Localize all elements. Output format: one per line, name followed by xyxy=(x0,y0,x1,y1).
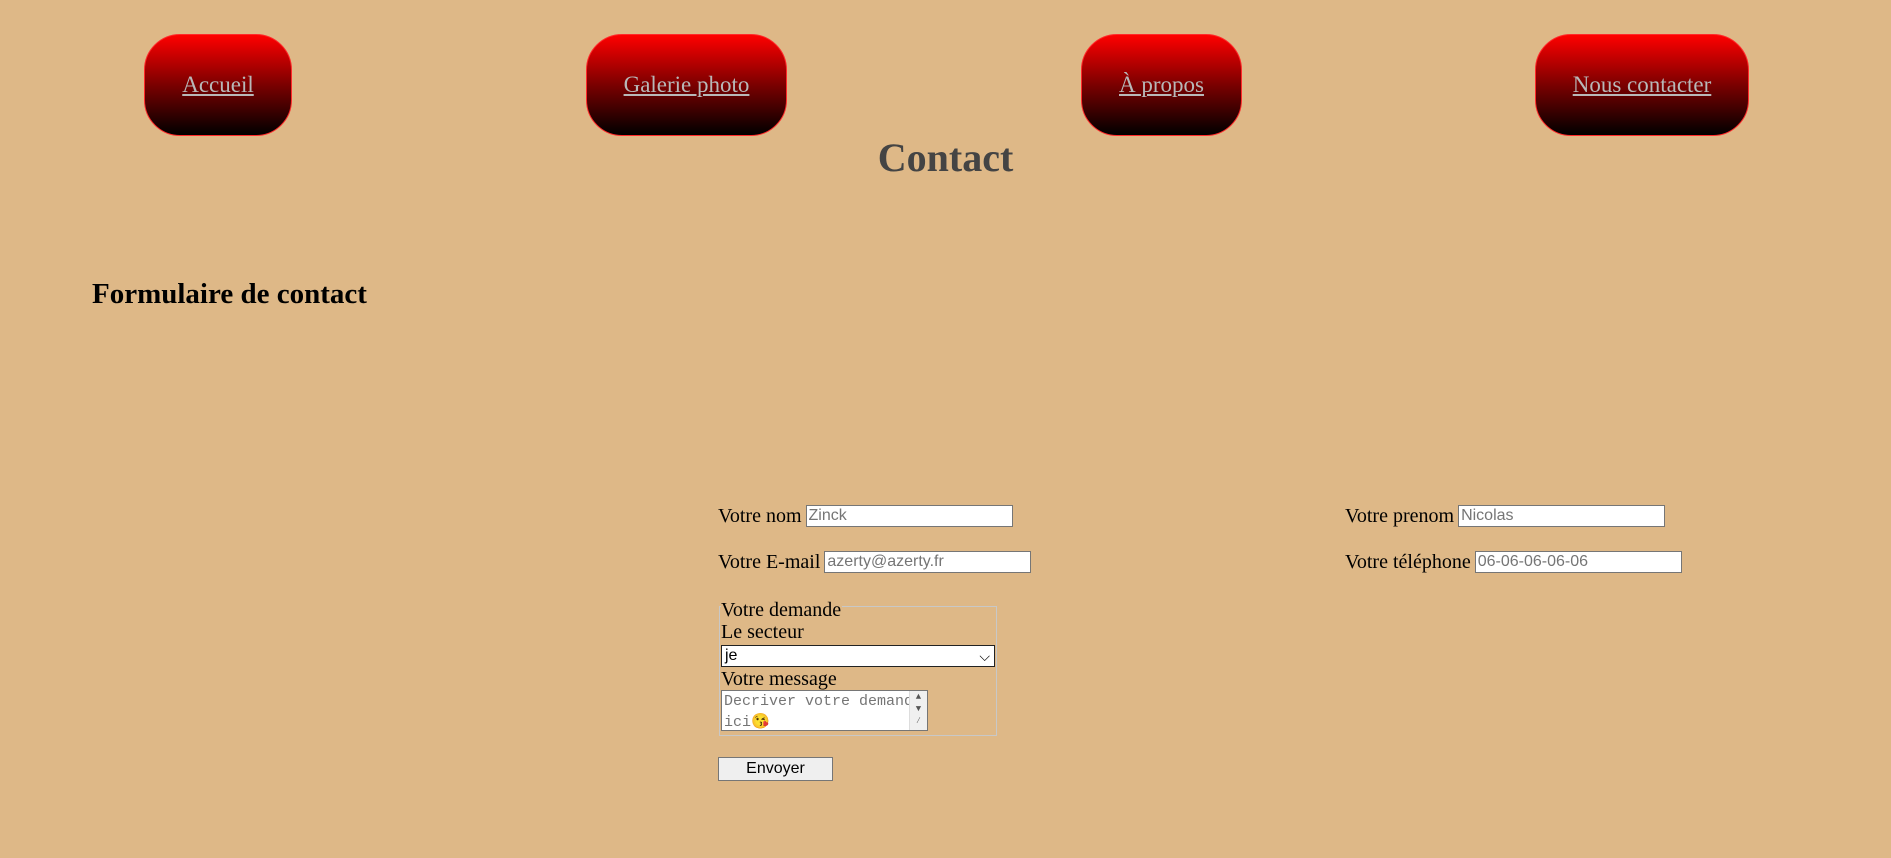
message-placeholder: Decriver votre demande ici😘 xyxy=(724,693,923,731)
nav-link-galerie-photo[interactable]: Galerie photo xyxy=(624,72,750,98)
email-label: Votre E-mail xyxy=(718,550,821,573)
telephone-label: Votre téléphone xyxy=(1345,550,1471,573)
email-input[interactable] xyxy=(824,551,1032,573)
nav-link-a-propos[interactable]: À propos xyxy=(1119,72,1204,98)
nom-input[interactable] xyxy=(805,505,1013,527)
telephone-input[interactable] xyxy=(1474,551,1682,573)
secteur-label: Le secteur xyxy=(721,621,804,643)
scroll-up-icon[interactable]: ▲ xyxy=(910,691,927,703)
secteur-select[interactable]: je ⌵ xyxy=(721,645,995,667)
message-label: Votre message xyxy=(721,668,837,690)
nav-item-nous-contacter[interactable]: Nous contacter xyxy=(1535,34,1749,136)
nav-link-nous-contacter[interactable]: Nous contacter xyxy=(1573,72,1712,98)
nav-link-accueil[interactable]: Accueil xyxy=(182,72,254,98)
message-textarea[interactable]: Decriver votre demande ici😘 ▲ ▼ ∕ xyxy=(721,690,928,731)
prenom-field: Votre prenom xyxy=(1345,504,1666,528)
prenom-label: Votre prenom xyxy=(1345,504,1455,527)
resize-handle-icon[interactable]: ∕ xyxy=(910,715,927,727)
telephone-field: Votre téléphone xyxy=(1345,550,1682,574)
section-title: Formulaire de contact xyxy=(92,278,367,310)
nom-label: Votre nom xyxy=(718,504,802,527)
textarea-scrollbar[interactable]: ▲ ▼ ∕ xyxy=(909,691,927,730)
nav-item-a-propos[interactable]: À propos xyxy=(1081,34,1242,136)
nav-item-accueil[interactable]: Accueil xyxy=(144,34,292,136)
prenom-input[interactable] xyxy=(1458,505,1666,527)
demande-legend: Votre demande xyxy=(721,599,843,621)
scroll-down-icon[interactable]: ▼ xyxy=(910,703,927,715)
demande-fieldset: Votre demande Le secteur je ⌵ Votre mess… xyxy=(719,599,997,736)
secteur-selected-value: je xyxy=(725,647,738,664)
nav-item-galerie-photo[interactable]: Galerie photo xyxy=(586,34,787,136)
page-title: Contact xyxy=(877,135,1014,180)
email-field: Votre E-mail xyxy=(718,550,1032,574)
chevron-down-icon: ⌵ xyxy=(979,648,990,664)
submit-button[interactable]: Envoyer xyxy=(718,757,833,781)
nom-field: Votre nom xyxy=(718,504,1013,528)
